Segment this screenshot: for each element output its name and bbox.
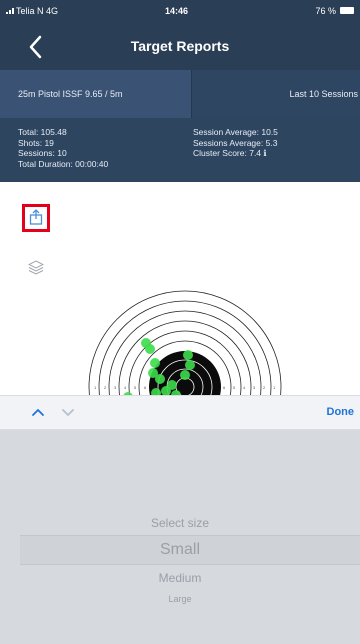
stats-right: Session Average: 10.5 Sessions Average: … [193,127,278,159]
stat-session-average: Session Average: 10.5 [193,127,278,137]
layers-icon[interactable] [27,260,45,276]
svg-text:2: 2 [263,385,266,390]
next-button[interactable] [60,404,76,420]
signal-icon [6,8,14,14]
stat-shots: Shots: 19 [18,137,54,148]
stat-cluster-score: Cluster Score: 7.4 ℹ [193,148,267,158]
shot-marker [155,374,165,384]
status-bar: Telia N 4G 14:46 76 % [0,0,360,22]
stat-sessions-average: Sessions Average: 5.3 [193,137,278,148]
svg-text:3: 3 [114,385,117,390]
picker-label: Select size [150,516,210,530]
battery-icon [340,7,354,14]
shot-marker [183,350,193,360]
shot-marker [180,370,190,380]
stats-left: Total: 105.48 Shots: 19 Sessions: 10 Tot… [18,127,108,169]
done-button[interactable]: Done [327,406,355,418]
picker-option-large[interactable]: Large [0,594,360,604]
carrier-label: Telia N 4G [16,6,59,16]
tab-discipline[interactable]: 25m Pistol ISSF 9.65 / 5m [0,70,192,118]
svg-text:6: 6 [144,385,147,390]
svg-text:3: 3 [253,385,256,390]
svg-text:4: 4 [124,385,127,390]
size-picker[interactable]: Select size Small Medium Large [0,430,360,644]
svg-text:1: 1 [94,385,97,390]
stat-sessions: Sessions: 10 [18,148,67,158]
stats-panel: Total: 105.48 Shots: 19 Sessions: 10 Tot… [0,118,360,182]
svg-text:1: 1 [273,385,276,390]
status-time: 14:46 [165,6,189,16]
previous-button[interactable] [30,404,46,420]
chevron-up-icon [32,409,44,416]
nav-bar: Target Reports [0,22,360,72]
svg-text:4: 4 [243,385,246,390]
report-tabs: 25m Pistol ISSF 9.65 / 5m Last 10 Sessio… [0,70,360,118]
tab-last-sessions[interactable]: Last 10 Sessions [193,70,360,118]
shot-marker [185,360,195,370]
picker-option-medium[interactable]: Medium [0,571,360,585]
stat-duration: Total Duration: 00:00:40 [18,158,109,169]
svg-text:5: 5 [233,385,236,390]
svg-text:2: 2 [104,385,107,390]
svg-text:5: 5 [134,385,137,390]
picker-toolbar: Done [0,395,360,430]
stat-total: Total: 105.48 [18,127,67,137]
page-title: Target Reports [130,38,230,54]
share-icon[interactable] [28,209,44,225]
svg-text:6: 6 [223,385,226,390]
picker-option-small[interactable]: Small [0,541,360,559]
shot-marker [145,344,155,354]
battery-percent: 76 % [315,6,336,16]
chevron-down-icon [62,409,74,416]
shot-marker [150,358,160,368]
